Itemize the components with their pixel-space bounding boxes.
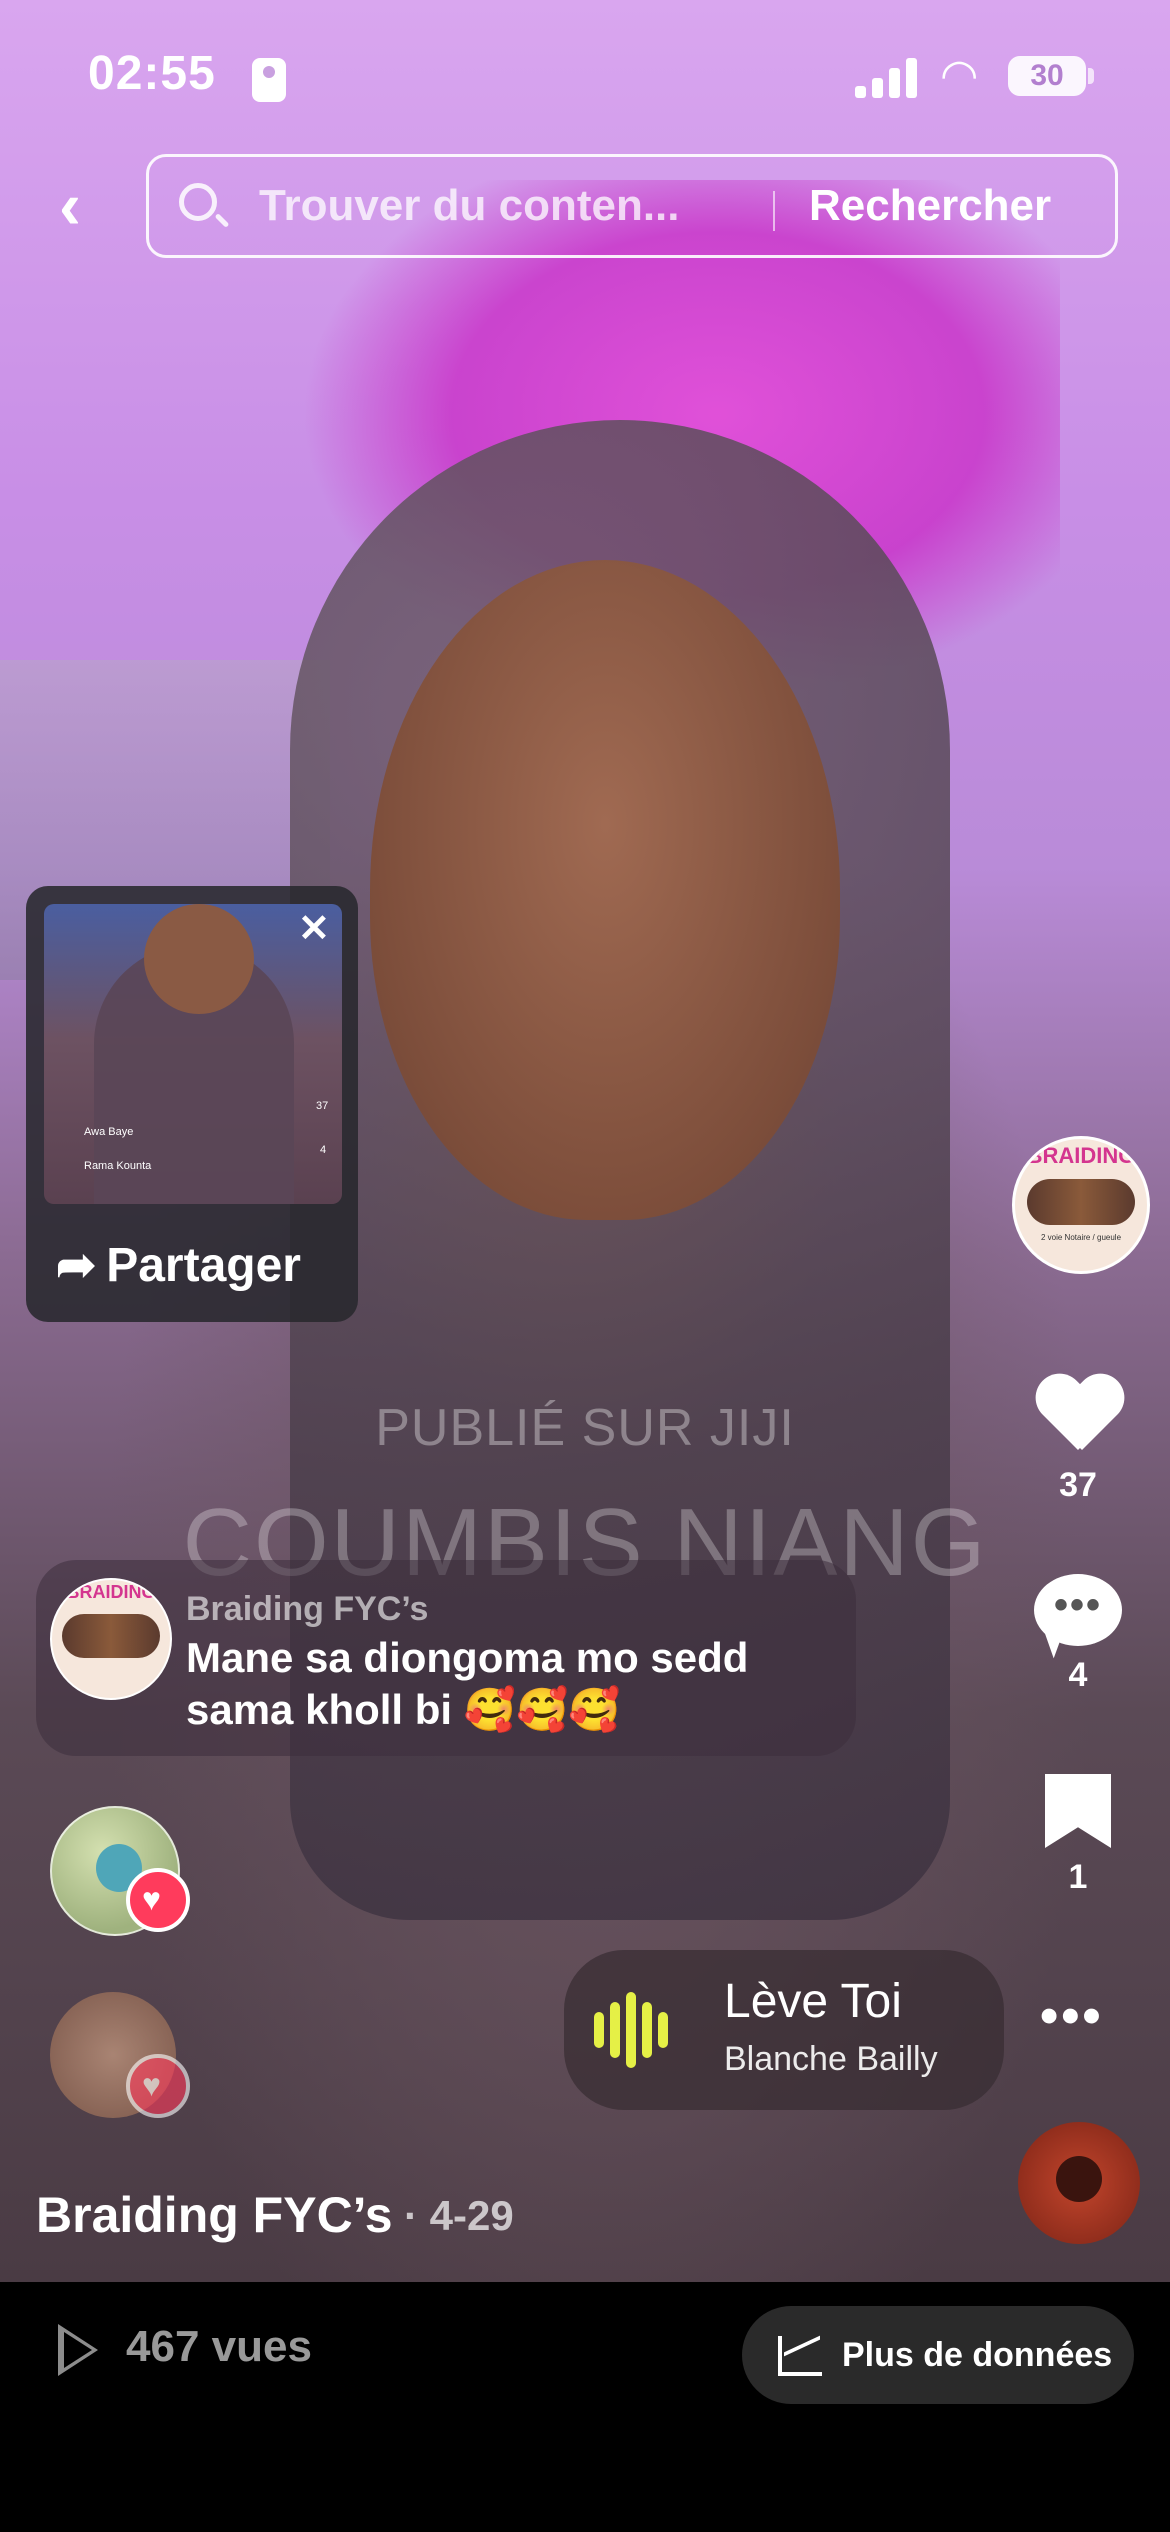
divider xyxy=(773,191,775,231)
play-icon xyxy=(58,2324,98,2376)
disc-center xyxy=(1056,2156,1102,2202)
creator-avatar[interactable]: BRAIDING 2 voie Notaire / gueule xyxy=(1012,1136,1150,1274)
more-data-label: Plus de données xyxy=(842,2336,1113,2374)
close-button[interactable]: ✕ xyxy=(298,906,330,951)
avatar-logo-text: BRAIDING xyxy=(1026,1143,1136,1168)
thumb-comment-count: 4 xyxy=(320,1144,327,1156)
like-badge: ♥ xyxy=(126,2054,190,2118)
status-time: 02:55 xyxy=(88,47,216,100)
heart-icon xyxy=(1034,1376,1122,1456)
heart-icon: ♥ xyxy=(142,2067,161,2103)
close-icon: ✕ xyxy=(298,908,330,950)
share-arrow-icon: ➦ xyxy=(56,1239,97,1292)
music-artist: Blanche Bailly xyxy=(724,2040,938,2078)
wifi-icon: ◠ xyxy=(940,51,979,100)
post-author[interactable]: Braiding FYC’s xyxy=(36,2186,393,2244)
comment-button[interactable]: ••• 4 xyxy=(1018,1574,1138,1695)
save-button[interactable]: 1 xyxy=(1018,1774,1138,1897)
share-label: Partager xyxy=(106,1239,301,1292)
thumb-likes: 37 xyxy=(316,1100,329,1112)
comment-text: Mane sa diongoma mo sedd sama kholl bi 🥰… xyxy=(186,1634,749,1733)
comment-author: Braiding FYC’s xyxy=(186,1590,429,1628)
avatar-image xyxy=(1027,1179,1135,1225)
music-title: Lève Toi xyxy=(724,1975,902,2028)
share-card[interactable]: Awa Baye Rama Kounta 37 4 ✕ ➦ Partager xyxy=(26,886,358,1322)
signal-icon xyxy=(855,58,917,98)
like-badge: ♥ xyxy=(126,1868,190,1932)
comment-count: 4 xyxy=(1068,1656,1088,1694)
heart-icon: ♥ xyxy=(142,1881,161,1917)
thumb-face xyxy=(144,904,254,1014)
like-button[interactable]: 37 xyxy=(1018,1376,1138,1505)
bookmark-icon xyxy=(1045,1774,1111,1848)
search-input[interactable]: Trouver du conten... xyxy=(259,181,680,231)
comment-avatar-logo: BRAIDING xyxy=(66,1582,156,1602)
thumb-comment: Rama Kounta xyxy=(84,1160,152,1172)
search-icon xyxy=(179,183,217,221)
battery-tip xyxy=(1088,68,1094,84)
share-button[interactable]: ➦ Partager xyxy=(56,1226,346,1306)
chart-icon xyxy=(778,2336,822,2376)
person-icon xyxy=(252,58,286,102)
view-count: 467 vues xyxy=(126,2322,312,2371)
comment-icon: ••• xyxy=(1034,1574,1122,1646)
more-data-button[interactable]: Plus de données xyxy=(742,2306,1134,2404)
save-count: 1 xyxy=(1068,1858,1088,1896)
status-bar: 02:55 ◠ 30 xyxy=(0,0,1170,150)
more-options-button[interactable]: ••• xyxy=(1040,1986,1104,2046)
like-count: 37 xyxy=(1059,1466,1097,1504)
bottom-bar: 467 vues Plus de données xyxy=(0,2282,1170,2532)
more-icon: ••• xyxy=(1040,1987,1104,2045)
thumb-comment: Awa Baye xyxy=(84,1126,134,1138)
post-date: · 4-29 xyxy=(404,2192,514,2239)
comment-avatar[interactable]: BRAIDING xyxy=(50,1578,172,1700)
search-bar[interactable]: Trouver du conten... Rechercher xyxy=(146,154,1118,258)
watermark-line1: PUBLIÉ SUR JIJI xyxy=(375,1399,795,1457)
sound-wave-icon xyxy=(594,1992,684,2068)
search-button[interactable]: Rechercher xyxy=(809,181,1051,231)
battery-icon: 30 xyxy=(1008,56,1086,96)
music-disc[interactable] xyxy=(1018,2122,1140,2244)
person-face xyxy=(370,560,840,1220)
chevron-left-icon: ‹ xyxy=(59,168,81,242)
music-pill[interactable]: Lève Toi Blanche Bailly xyxy=(564,1950,1004,2110)
back-button[interactable]: ‹ xyxy=(40,170,100,240)
comment-avatar-image xyxy=(62,1614,160,1658)
avatar-small-text: 2 voie Notaire / gueule xyxy=(1040,1233,1122,1242)
